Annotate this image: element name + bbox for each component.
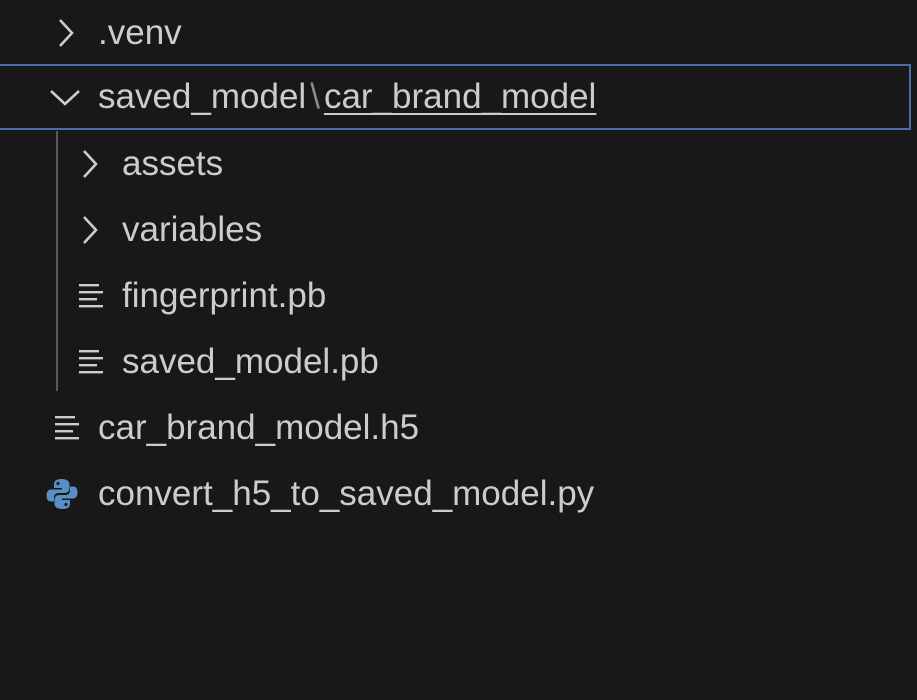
tree-item-fingerprint-pb[interactable]: fingerprint.pb [0, 263, 911, 329]
chevron-right-icon [59, 19, 74, 47]
tree-item-label: assets [122, 144, 224, 183]
tree-item-label: car_brand_model.h5 [98, 408, 420, 447]
file-explorer-tree: .venv saved_model \ car_brand_model assets… [0, 0, 917, 700]
tree-item-saved-model-folder[interactable]: saved_model \ car_brand_model [0, 64, 911, 130]
chevron-right-icon [83, 216, 98, 244]
chevron-right-icon [83, 150, 98, 178]
file-lines-icon [79, 284, 103, 308]
tree-item-label: convert_h5_to_saved_model.py [98, 474, 595, 513]
tree-item-saved-model-pb[interactable]: saved_model.pb [0, 329, 911, 395]
tree-item-assets[interactable]: assets [0, 131, 911, 197]
folder-name-part: saved_model [98, 77, 307, 116]
python-icon [46, 479, 78, 509]
file-lines-icon [55, 416, 79, 440]
tree-item-label: .venv [98, 13, 182, 52]
path-separator: \ [310, 77, 320, 116]
chevron-down-icon [50, 90, 80, 106]
tree-item-label: fingerprint.pb [122, 276, 327, 315]
file-lines-icon [79, 350, 103, 374]
tree-item-label: variables [122, 210, 263, 249]
tree-item-convert-py[interactable]: convert_h5_to_saved_model.py [0, 461, 911, 527]
tree-item-variables[interactable]: variables [0, 197, 911, 263]
compact-folder-name-part[interactable]: car_brand_model [324, 77, 596, 116]
tree-item-label: saved_model.pb [122, 342, 379, 381]
tree-item-label: saved_model \ car_brand_model [98, 66, 596, 128]
tree-item-venv[interactable]: .venv [0, 0, 911, 66]
tree-item-car-brand-model-h5[interactable]: car_brand_model.h5 [0, 395, 911, 461]
